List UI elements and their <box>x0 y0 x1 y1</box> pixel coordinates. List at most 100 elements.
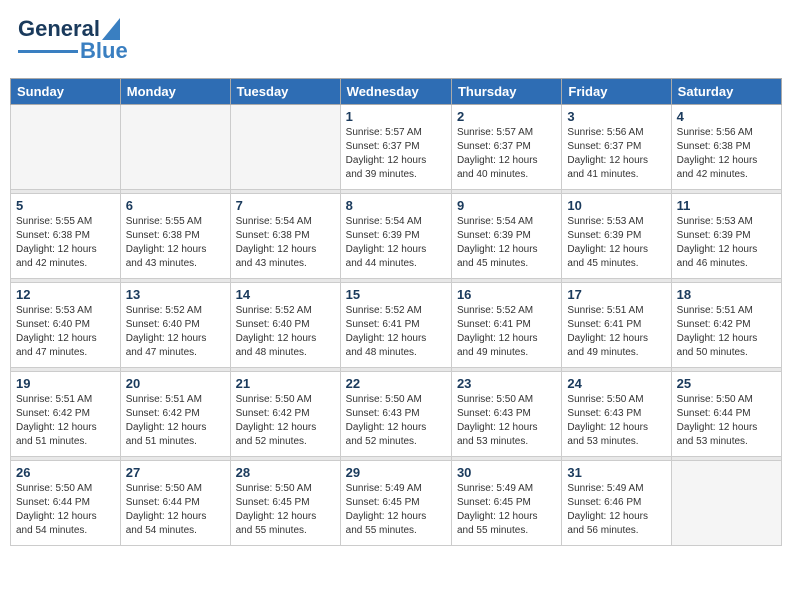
day-info: Sunrise: 5:56 AM Sunset: 6:37 PM Dayligh… <box>567 126 665 182</box>
day-number: 2 <box>457 109 556 124</box>
calendar-cell: 7 Sunrise: 5:54 AM Sunset: 6:38 PM Daylig… <box>230 194 340 279</box>
calendar-cell: 23Sunrise: 5:50 AM Sunset: 6:43 PM Dayli… <box>451 372 561 457</box>
calendar-cell: 24 Sunrise: 5:50 AM Sunset: 6:43 PM Dayli… <box>562 372 671 457</box>
calendar-cell: 6Sunrise: 5:55 AM Sunset: 6:38 PM Daylig… <box>120 194 230 279</box>
day-number: 28 <box>236 465 335 480</box>
day-number: 10 <box>567 198 665 213</box>
day-number: 20 <box>126 376 225 391</box>
day-number: 3 <box>567 109 665 124</box>
day-info: Sunrise: 5:50 AM Sunset: 6:44 PM Dayligh… <box>16 482 115 538</box>
calendar-cell: 17Sunrise: 5:51 AM Sunset: 6:41 PM Dayli… <box>562 283 671 368</box>
weekday-header: Wednesday <box>340 79 451 105</box>
calendar-cell: 14 Sunrise: 5:52 AM Sunset: 6:40 PM Dayli… <box>230 283 340 368</box>
day-number: 30 <box>457 465 556 480</box>
day-number: 9 <box>457 198 556 213</box>
day-number: 19 <box>16 376 115 391</box>
calendar-week-row: 19 Sunrise: 5:51 AM Sunset: 6:42 PM Dayli… <box>11 372 782 457</box>
calendar-cell <box>230 105 340 190</box>
day-number: 26 <box>16 465 115 480</box>
weekday-header: Friday <box>562 79 671 105</box>
day-info: Sunrise: 5:53 AM Sunset: 6:39 PM Dayligh… <box>677 215 776 271</box>
day-info: Sunrise: 5:53 AM Sunset: 6:40 PM Dayligh… <box>16 304 115 360</box>
day-number: 4 <box>677 109 776 124</box>
weekday-header-row: SundayMondayTuesdayWednesdayThursdayFrid… <box>11 79 782 105</box>
page-header: General Blue <box>10 10 782 70</box>
day-info: Sunrise: 5:54 AM Sunset: 6:39 PM Dayligh… <box>346 215 446 271</box>
calendar-cell: 3 Sunrise: 5:56 AM Sunset: 6:37 PM Daylig… <box>562 105 671 190</box>
day-number: 7 <box>236 198 335 213</box>
day-info: Sunrise: 5:50 AM Sunset: 6:43 PM Dayligh… <box>567 393 665 449</box>
calendar-cell <box>11 105 121 190</box>
day-info: Sunrise: 5:53 AM Sunset: 6:39 PM Dayligh… <box>567 215 665 271</box>
calendar-cell: 28 Sunrise: 5:50 AM Sunset: 6:45 PM Dayli… <box>230 461 340 546</box>
calendar-cell: 19 Sunrise: 5:51 AM Sunset: 6:42 PM Dayli… <box>11 372 121 457</box>
day-info: Sunrise: 5:54 AM Sunset: 6:39 PM Dayligh… <box>457 215 556 271</box>
weekday-header: Thursday <box>451 79 561 105</box>
calendar-cell: 31Sunrise: 5:49 AM Sunset: 6:46 PM Dayli… <box>562 461 671 546</box>
logo-icon <box>102 18 120 40</box>
weekday-header: Tuesday <box>230 79 340 105</box>
calendar-cell: 25 Sunrise: 5:50 AM Sunset: 6:44 PM Dayli… <box>671 372 781 457</box>
day-number: 8 <box>346 198 446 213</box>
logo-blue: Blue <box>80 38 128 64</box>
day-info: Sunrise: 5:50 AM Sunset: 6:45 PM Dayligh… <box>236 482 335 538</box>
day-number: 16 <box>457 287 556 302</box>
day-number: 21 <box>236 376 335 391</box>
calendar-cell: 1Sunrise: 5:57 AM Sunset: 6:37 PM Daylig… <box>340 105 451 190</box>
day-number: 18 <box>677 287 776 302</box>
day-number: 15 <box>346 287 446 302</box>
day-number: 27 <box>126 465 225 480</box>
calendar-cell: 30 Sunrise: 5:49 AM Sunset: 6:45 PM Dayli… <box>451 461 561 546</box>
calendar-cell: 9 Sunrise: 5:54 AM Sunset: 6:39 PM Daylig… <box>451 194 561 279</box>
day-info: Sunrise: 5:56 AM Sunset: 6:38 PM Dayligh… <box>677 126 776 182</box>
day-info: Sunrise: 5:57 AM Sunset: 6:37 PM Dayligh… <box>346 126 446 182</box>
calendar-week-row: 26 Sunrise: 5:50 AM Sunset: 6:44 PM Dayli… <box>11 461 782 546</box>
day-number: 13 <box>126 287 225 302</box>
calendar-cell <box>120 105 230 190</box>
calendar-week-row: 5 Sunrise: 5:55 AM Sunset: 6:38 PM Daylig… <box>11 194 782 279</box>
calendar-cell: 22Sunrise: 5:50 AM Sunset: 6:43 PM Dayli… <box>340 372 451 457</box>
calendar-week-row: 12 Sunrise: 5:53 AM Sunset: 6:40 PM Dayli… <box>11 283 782 368</box>
day-info: Sunrise: 5:49 AM Sunset: 6:45 PM Dayligh… <box>346 482 446 538</box>
day-info: Sunrise: 5:52 AM Sunset: 6:41 PM Dayligh… <box>457 304 556 360</box>
day-number: 31 <box>567 465 665 480</box>
day-info: Sunrise: 5:57 AM Sunset: 6:37 PM Dayligh… <box>457 126 556 182</box>
day-info: Sunrise: 5:49 AM Sunset: 6:45 PM Dayligh… <box>457 482 556 538</box>
day-info: Sunrise: 5:52 AM Sunset: 6:41 PM Dayligh… <box>346 304 446 360</box>
calendar-cell <box>671 461 781 546</box>
calendar-cell: 18 Sunrise: 5:51 AM Sunset: 6:42 PM Dayli… <box>671 283 781 368</box>
day-info: Sunrise: 5:50 AM Sunset: 6:44 PM Dayligh… <box>126 482 225 538</box>
day-number: 5 <box>16 198 115 213</box>
calendar-cell: 16 Sunrise: 5:52 AM Sunset: 6:41 PM Dayli… <box>451 283 561 368</box>
calendar-cell: 20Sunrise: 5:51 AM Sunset: 6:42 PM Dayli… <box>120 372 230 457</box>
day-info: Sunrise: 5:50 AM Sunset: 6:42 PM Dayligh… <box>236 393 335 449</box>
day-number: 25 <box>677 376 776 391</box>
day-number: 17 <box>567 287 665 302</box>
day-info: Sunrise: 5:51 AM Sunset: 6:42 PM Dayligh… <box>16 393 115 449</box>
calendar-table: SundayMondayTuesdayWednesdayThursdayFrid… <box>10 78 782 546</box>
calendar-cell: 11 Sunrise: 5:53 AM Sunset: 6:39 PM Dayli… <box>671 194 781 279</box>
day-number: 12 <box>16 287 115 302</box>
day-number: 24 <box>567 376 665 391</box>
day-number: 14 <box>236 287 335 302</box>
calendar-cell: 5 Sunrise: 5:55 AM Sunset: 6:38 PM Daylig… <box>11 194 121 279</box>
day-info: Sunrise: 5:54 AM Sunset: 6:38 PM Dayligh… <box>236 215 335 271</box>
calendar-cell: 26 Sunrise: 5:50 AM Sunset: 6:44 PM Dayli… <box>11 461 121 546</box>
day-info: Sunrise: 5:50 AM Sunset: 6:44 PM Dayligh… <box>677 393 776 449</box>
day-number: 29 <box>346 465 446 480</box>
day-info: Sunrise: 5:55 AM Sunset: 6:38 PM Dayligh… <box>16 215 115 271</box>
calendar-cell: 12 Sunrise: 5:53 AM Sunset: 6:40 PM Dayli… <box>11 283 121 368</box>
calendar-cell: 10 Sunrise: 5:53 AM Sunset: 6:39 PM Dayli… <box>562 194 671 279</box>
calendar-cell: 4 Sunrise: 5:56 AM Sunset: 6:38 PM Daylig… <box>671 105 781 190</box>
weekday-header: Sunday <box>11 79 121 105</box>
logo: General Blue <box>18 16 128 64</box>
calendar-cell: 13Sunrise: 5:52 AM Sunset: 6:40 PM Dayli… <box>120 283 230 368</box>
calendar-week-row: 1Sunrise: 5:57 AM Sunset: 6:37 PM Daylig… <box>11 105 782 190</box>
day-info: Sunrise: 5:50 AM Sunset: 6:43 PM Dayligh… <box>346 393 446 449</box>
calendar-cell: 29 Sunrise: 5:49 AM Sunset: 6:45 PM Dayli… <box>340 461 451 546</box>
day-info: Sunrise: 5:52 AM Sunset: 6:40 PM Dayligh… <box>236 304 335 360</box>
day-info: Sunrise: 5:51 AM Sunset: 6:42 PM Dayligh… <box>677 304 776 360</box>
day-info: Sunrise: 5:55 AM Sunset: 6:38 PM Dayligh… <box>126 215 225 271</box>
calendar-cell: 27 Sunrise: 5:50 AM Sunset: 6:44 PM Dayli… <box>120 461 230 546</box>
day-number: 11 <box>677 198 776 213</box>
